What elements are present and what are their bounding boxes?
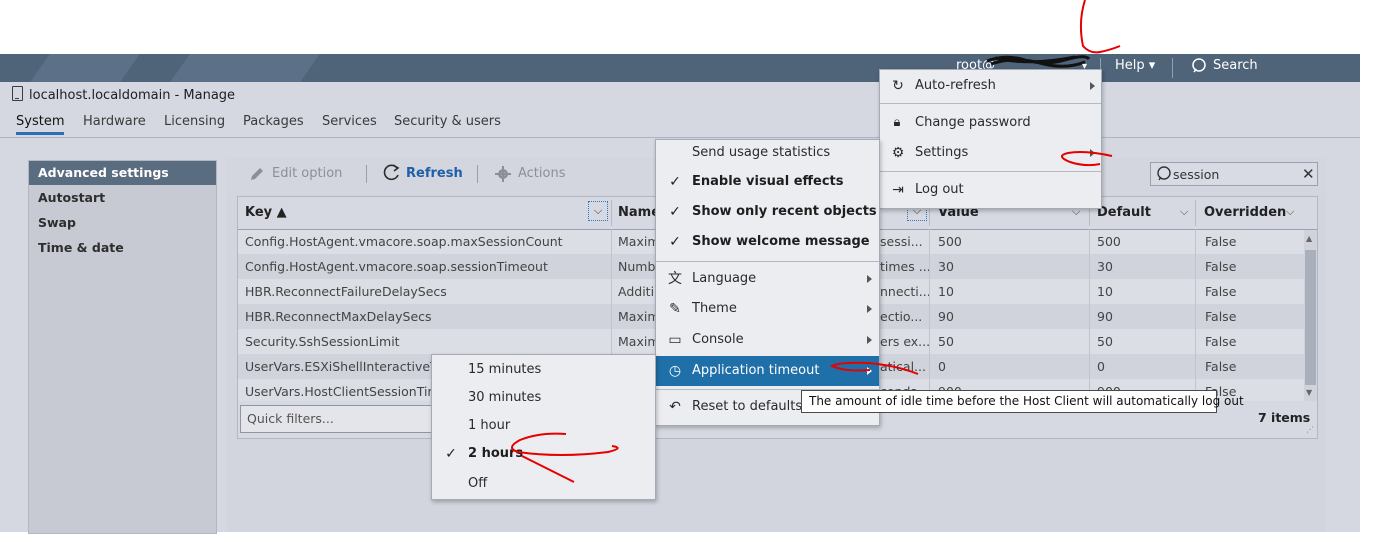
annotation-arrow-application-timeout [829,361,919,375]
red-annotations [511,0,1121,483]
annotation-arrow-2-hours [511,432,619,483]
annotation-arrow-settings [1061,151,1113,167]
annotation-arrow-user-menu [1079,0,1121,54]
